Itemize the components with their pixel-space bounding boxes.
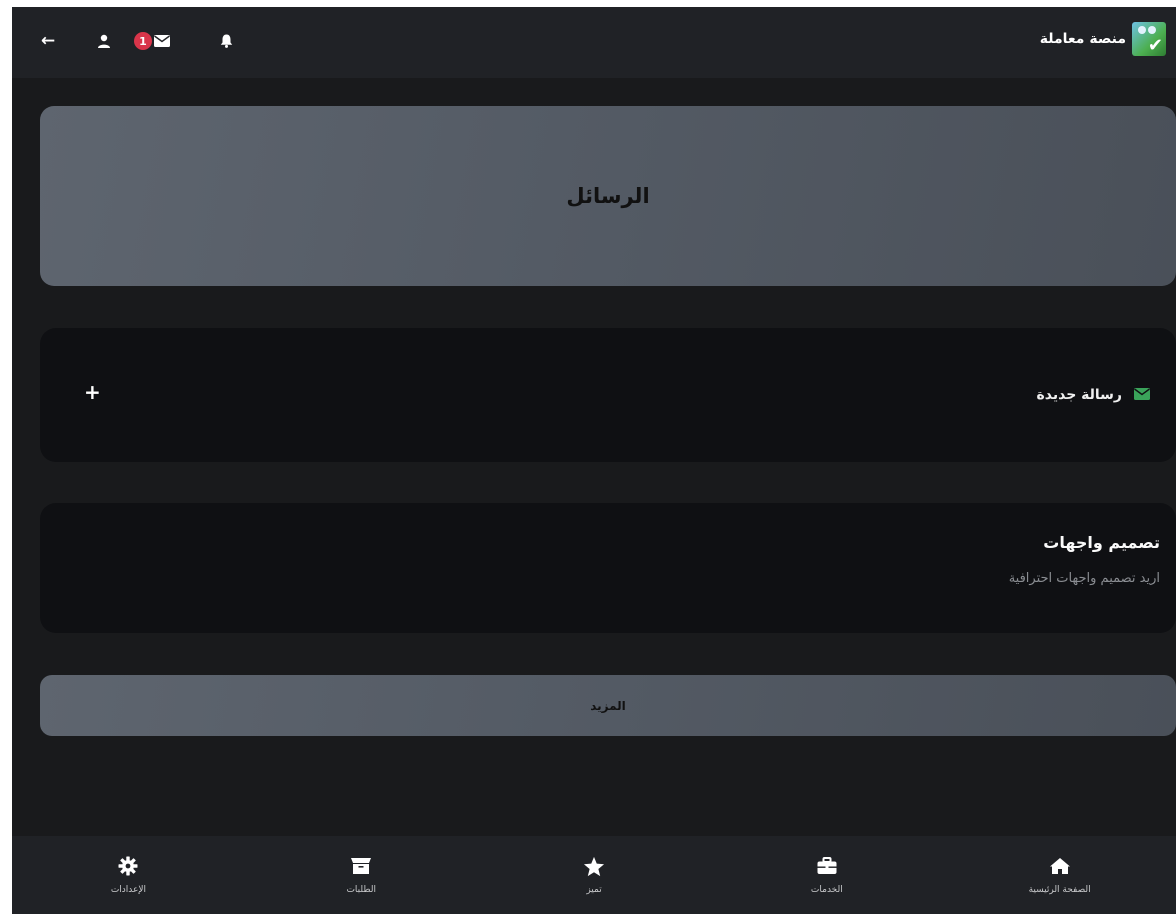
app-window: منصة معاملة ← 1 bbox=[12, 7, 1176, 914]
topbar-icons: ← 1 bbox=[38, 29, 233, 53]
nav-item-services[interactable]: الخدمات bbox=[767, 855, 887, 895]
home-icon bbox=[1049, 855, 1071, 877]
messages-button[interactable]: 1 bbox=[134, 32, 170, 50]
bell-icon[interactable] bbox=[220, 34, 233, 48]
bottom-nav: الصفحة الرئيسية الخدمات تميز الطلبات الإ… bbox=[12, 836, 1176, 914]
nav-item-featured[interactable]: تميز bbox=[534, 855, 654, 895]
envelope-icon bbox=[1134, 385, 1150, 404]
nav-item-home[interactable]: الصفحة الرئيسية bbox=[1000, 855, 1120, 895]
nav-label-featured: تميز bbox=[586, 885, 602, 895]
top-bar: منصة معاملة ← 1 bbox=[12, 7, 1176, 78]
box-icon bbox=[350, 855, 372, 877]
conversation-item[interactable]: تصميم واجهات اريد تصميم واجهات احترافية bbox=[40, 503, 1176, 633]
briefcase-icon bbox=[817, 855, 837, 877]
load-more-label: المزيد bbox=[590, 698, 626, 713]
conversation-title: تصميم واجهات bbox=[1043, 533, 1160, 552]
load-more-button[interactable]: المزيد bbox=[40, 675, 1176, 736]
brand[interactable]: منصة معاملة bbox=[1040, 21, 1166, 57]
brand-logo bbox=[1132, 22, 1166, 56]
new-message-label-group: رسالة جديدة bbox=[1036, 385, 1150, 404]
nav-label-orders: الطلبات bbox=[346, 885, 376, 895]
star-icon bbox=[583, 855, 605, 877]
user-icon[interactable] bbox=[96, 33, 112, 49]
unread-badge: 1 bbox=[134, 32, 152, 50]
back-arrow-icon[interactable]: ← bbox=[38, 31, 58, 51]
plus-icon[interactable]: + bbox=[84, 380, 101, 404]
nav-label-settings: الإعدادات bbox=[110, 885, 147, 895]
new-message-card[interactable]: رسالة جديدة + bbox=[40, 328, 1176, 462]
nav-label-home: الصفحة الرئيسية bbox=[1028, 885, 1091, 895]
envelope-icon bbox=[154, 35, 170, 47]
nav-item-orders[interactable]: الطلبات bbox=[301, 855, 421, 895]
nav-item-settings[interactable]: الإعدادات bbox=[68, 855, 188, 895]
brand-name: منصة معاملة bbox=[1039, 31, 1126, 47]
gear-icon bbox=[118, 855, 138, 877]
new-message-label: رسالة جديدة bbox=[1036, 386, 1123, 403]
conversation-snippet: اريد تصميم واجهات احترافية bbox=[1008, 571, 1160, 586]
nav-label-services: الخدمات bbox=[810, 885, 843, 895]
page-header-banner: الرسائل bbox=[40, 106, 1176, 286]
page-title: الرسائل bbox=[566, 184, 650, 208]
